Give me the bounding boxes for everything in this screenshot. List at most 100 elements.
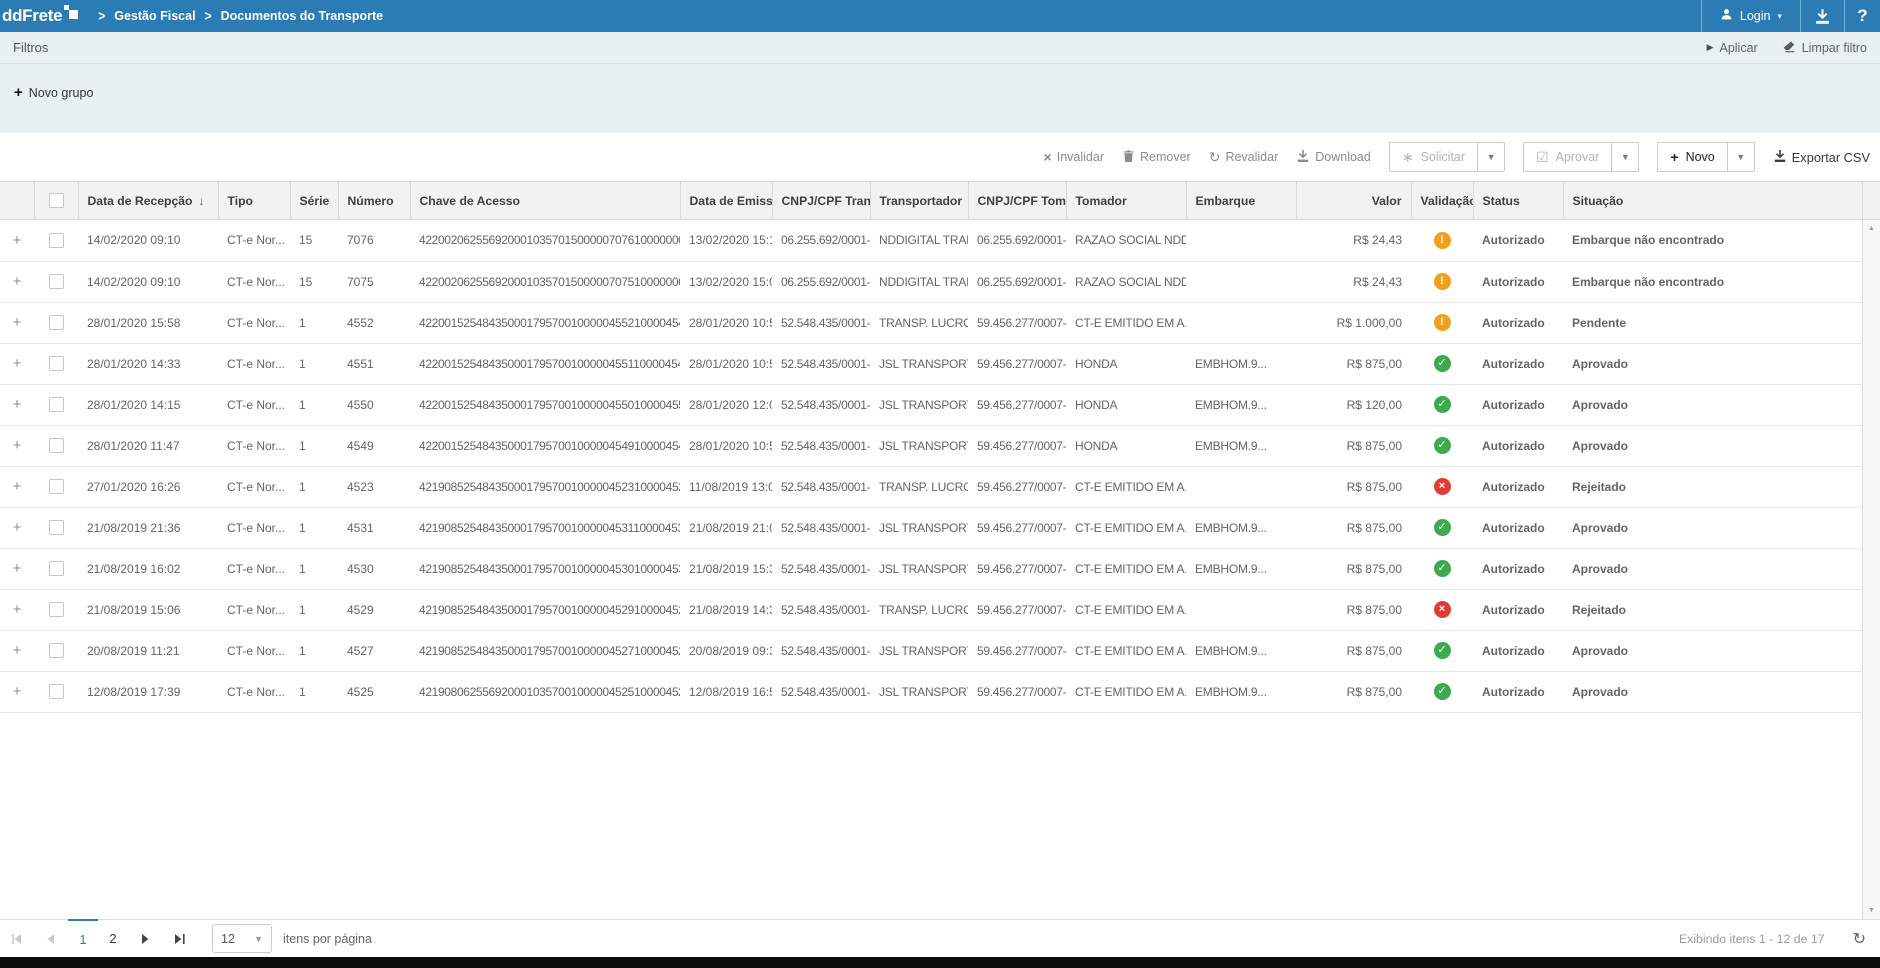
apply-filter-button[interactable]: ▶ Aplicar	[1707, 41, 1758, 55]
page-2-button[interactable]: 2	[98, 920, 128, 957]
row-checkbox[interactable]	[34, 507, 78, 548]
table-row: +28/01/2020 14:33CT-e Nor...145514220015…	[0, 343, 1862, 384]
grid-toolbar: × Invalidar Remover ↻ Revalidar Download…	[0, 133, 1880, 181]
revalidate-button[interactable]: ↻ Revalidar	[1209, 150, 1279, 164]
header-data-emissao[interactable]: Data de Emissão	[680, 182, 772, 220]
expand-row-button[interactable]: +	[0, 671, 34, 712]
scroll-up-icon[interactable]: ▲	[1863, 225, 1880, 232]
header-cnpj-transportador[interactable]: CNPJ/CPF Transpo...	[772, 182, 870, 220]
chevron-right-icon: >	[98, 8, 105, 24]
first-page-button[interactable]	[0, 920, 34, 957]
row-checkbox[interactable]	[34, 425, 78, 466]
header-serie[interactable]: Série	[290, 182, 338, 220]
expand-row-button[interactable]: +	[0, 220, 34, 261]
scroll-down-icon[interactable]: ▼	[1863, 907, 1880, 914]
cell-tomador: CT-E EMITIDO EM A...	[1066, 630, 1186, 671]
new-group-button[interactable]: + Novo grupo	[14, 86, 93, 100]
row-checkbox[interactable]	[34, 671, 78, 712]
cell-embarque: EMBHOM.9...	[1186, 425, 1296, 466]
header-embarque[interactable]: Embarque	[1186, 182, 1296, 220]
expand-row-button[interactable]: +	[0, 630, 34, 671]
header-status[interactable]: Status	[1473, 182, 1563, 220]
request-button[interactable]: ∗ Solicitar	[1390, 143, 1477, 171]
header-transportador[interactable]: Transportador	[870, 182, 968, 220]
row-checkbox[interactable]	[34, 220, 78, 261]
cell-transportador: JSL TRANSPORTES D...	[870, 343, 968, 384]
prev-page-button[interactable]	[34, 920, 68, 957]
refresh-icon[interactable]: ↻	[1853, 929, 1866, 949]
cell-emissao: 28/01/2020 10:57	[680, 302, 772, 343]
login-menu[interactable]: Login ▾	[1701, 0, 1800, 32]
cell-transportador: NDDIGITAL TRANSP...	[870, 261, 968, 302]
breadcrumb-gestao-fiscal[interactable]: Gestão Fiscal	[114, 9, 195, 23]
expand-row-button[interactable]: +	[0, 261, 34, 302]
cell-cnpjTomador: 59.456.277/0007-61	[968, 343, 1066, 384]
export-csv-button[interactable]: Exportar CSV	[1773, 149, 1870, 166]
row-checkbox[interactable]	[34, 466, 78, 507]
expand-row-button[interactable]: +	[0, 425, 34, 466]
header-chave-acesso[interactable]: Chave de Acesso	[410, 182, 680, 220]
last-page-button[interactable]	[162, 920, 196, 957]
header-data-recepcao[interactable]: Data de Recepção↓	[78, 182, 218, 220]
cell-tipo: CT-e Nor...	[218, 671, 290, 712]
expand-row-button[interactable]: +	[0, 302, 34, 343]
plus-icon: +	[13, 396, 22, 413]
row-checkbox[interactable]	[34, 261, 78, 302]
header-validacao[interactable]: Validação	[1411, 182, 1473, 220]
cell-emissao: 11/08/2019 13:00	[680, 466, 772, 507]
cell-recepcao: 20/08/2019 11:21	[78, 630, 218, 671]
header-situacao[interactable]: Situação	[1563, 182, 1862, 220]
plus-icon: +	[13, 478, 22, 495]
header-tomador[interactable]: Tomador	[1066, 182, 1186, 220]
chevron-down-icon: ▼	[254, 934, 263, 944]
row-checkbox[interactable]	[34, 302, 78, 343]
cell-tomador: CT-E EMITIDO EM A...	[1066, 671, 1186, 712]
request-dropdown-arrow[interactable]: ▼	[1477, 143, 1504, 171]
row-checkbox[interactable]	[34, 384, 78, 425]
cell-embarque: EMBHOM.9...	[1186, 548, 1296, 589]
header-numero[interactable]: Número	[338, 182, 410, 220]
breadcrumb-documentos-transporte[interactable]: Documentos do Transporte	[221, 9, 384, 23]
row-checkbox[interactable]	[34, 630, 78, 671]
expand-row-button[interactable]: +	[0, 589, 34, 630]
invalidate-button[interactable]: × Invalidar	[1044, 150, 1104, 164]
new-button[interactable]: + Novo	[1658, 143, 1726, 171]
cell-transportador: TRANSP. LUCRO PRE...	[870, 589, 968, 630]
remove-button[interactable]: Remover	[1122, 149, 1191, 166]
logo-mark-icon	[64, 5, 78, 19]
row-checkbox[interactable]	[34, 589, 78, 630]
page-size-select[interactable]: 12 ▼	[212, 924, 272, 953]
download-button[interactable]: Download	[1296, 149, 1371, 166]
cell-tomador: HONDA	[1066, 343, 1186, 384]
cell-numero: 7075	[338, 261, 410, 302]
header-select-all-checkbox[interactable]	[34, 182, 78, 220]
cell-tipo: CT-e Nor...	[218, 589, 290, 630]
expand-row-button[interactable]: +	[0, 466, 34, 507]
downloads-icon[interactable]	[1800, 0, 1844, 32]
approve-dropdown-arrow[interactable]: ▼	[1611, 143, 1638, 171]
header-cnpj-tomador[interactable]: CNPJ/CPF Tomador	[968, 182, 1066, 220]
expand-row-button[interactable]: +	[0, 343, 34, 384]
help-icon[interactable]: ?	[1844, 0, 1880, 32]
cell-tipo: CT-e Nor...	[218, 220, 290, 261]
expand-row-button[interactable]: +	[0, 548, 34, 589]
cell-transportador: TRANSP. LUCRO PRE...	[870, 302, 968, 343]
cell-recepcao: 21/08/2019 15:06	[78, 589, 218, 630]
page-1-button[interactable]: 1	[68, 919, 98, 957]
vertical-scrollbar[interactable]: ▲ ▼	[1862, 220, 1880, 919]
row-checkbox[interactable]	[34, 548, 78, 589]
expand-row-button[interactable]: +	[0, 384, 34, 425]
row-checkbox[interactable]	[34, 343, 78, 384]
header-valor[interactable]: Valor	[1296, 182, 1411, 220]
checkbox-icon	[49, 479, 64, 494]
approve-button[interactable]: ☑ Aprovar	[1524, 143, 1611, 171]
next-page-button[interactable]	[128, 920, 162, 957]
clear-filter-button[interactable]: Limpar filtro	[1782, 40, 1867, 56]
new-dropdown-arrow[interactable]: ▼	[1727, 143, 1754, 171]
person-icon	[1720, 8, 1733, 24]
header-tipo[interactable]: Tipo	[218, 182, 290, 220]
app-logo[interactable]: ddFrete	[2, 3, 78, 29]
breadcrumb: > Gestão Fiscal > Documentos do Transpor…	[98, 9, 383, 23]
expand-row-button[interactable]: +	[0, 507, 34, 548]
cell-situacao: Rejeitado	[1563, 466, 1862, 507]
